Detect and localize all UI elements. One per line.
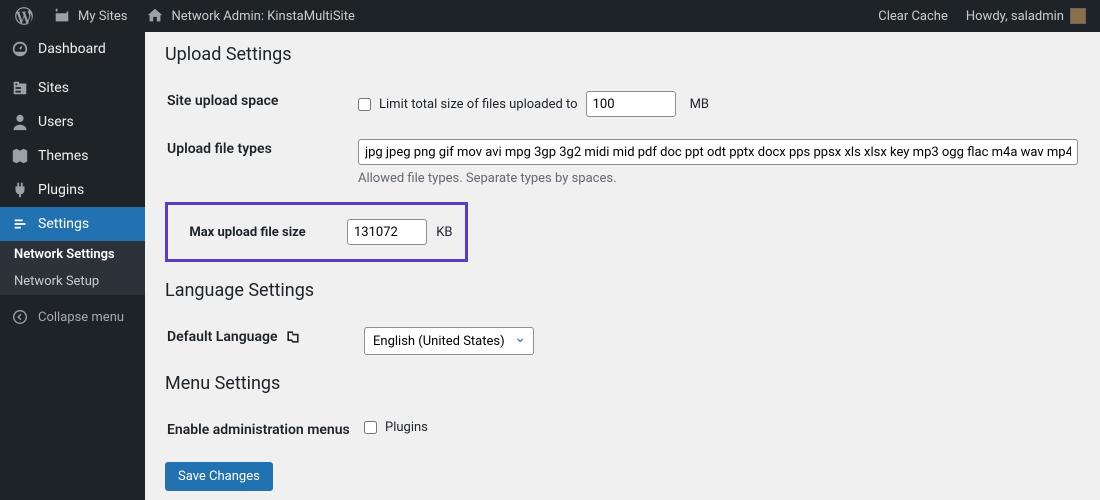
sidebar-item-dashboard[interactable]: Dashboard [0,32,145,66]
site-upload-space-unit: MB [690,97,709,112]
network-admin-link[interactable]: Network Admin: KinstaMultiSite [137,0,362,32]
collapse-icon [10,308,30,326]
themes-icon [10,147,30,165]
enable-admin-menus-plugins-label: Plugins [385,420,428,435]
home-icon [145,7,165,25]
upload-file-types-label: Upload file types [167,129,356,196]
menu-settings-heading: Menu Settings [165,373,1080,394]
users-icon [10,113,30,131]
admin-bar: My Sites Network Admin: KinstaMultiSite … [0,0,1100,32]
sidebar-item-label: Themes [38,148,88,164]
avatar [1070,8,1086,24]
max-upload-label: Max upload file size [180,215,345,249]
sidebar-item-label: Dashboard [38,41,106,57]
max-upload-input[interactable] [347,219,427,245]
settings-submenu: Network Settings Network Setup [0,241,145,295]
sidebar-item-settings[interactable]: Settings [0,207,145,241]
dashboard-icon [10,40,30,58]
my-sites-link[interactable]: My Sites [44,0,135,32]
howdy-label: Howdy, saladmin [966,9,1064,24]
main-content: Upload Settings Site upload space Limit … [145,32,1100,500]
account-link[interactable]: Howdy, saladmin [958,0,1094,32]
site-upload-space-label: Site upload space [167,81,356,127]
clear-cache-label: Clear Cache [878,9,948,24]
site-upload-space-input[interactable] [586,91,676,117]
admin-sidebar: Dashboard Sites Users Themes Plugins Set… [0,32,145,500]
language-settings-heading: Language Settings [165,280,1080,301]
translate-icon [285,329,301,345]
sidebar-item-label: Users [38,114,74,130]
sidebar-item-label: Plugins [38,182,84,198]
enable-admin-menus-label: Enable administration menus [167,410,362,450]
max-upload-unit: KB [436,225,452,240]
upload-settings-heading: Upload Settings [165,44,1080,65]
clear-cache-link[interactable]: Clear Cache [870,0,956,32]
site-upload-space-checkbox[interactable] [358,98,371,111]
sidebar-item-label: Settings [38,216,89,232]
save-button[interactable]: Save Changes [165,462,273,491]
enable-admin-menus-plugins-checkbox[interactable] [364,421,377,434]
submenu-network-setup[interactable]: Network Setup [0,268,145,295]
wordpress-icon [14,7,34,25]
sidebar-item-sites[interactable]: Sites [0,71,145,105]
sidebar-item-label: Sites [38,80,69,96]
sidebar-item-themes[interactable]: Themes [0,139,145,173]
sites-icon [10,79,30,97]
collapse-menu[interactable]: Collapse menu [0,300,145,334]
upload-file-types-desc: Allowed file types. Separate types by sp… [358,171,1078,186]
settings-icon [10,215,30,233]
plugins-icon [10,181,30,199]
sidebar-item-plugins[interactable]: Plugins [0,173,145,207]
sidebar-item-users[interactable]: Users [0,105,145,139]
submenu-network-settings[interactable]: Network Settings [0,241,145,268]
default-language-select[interactable]: English (United States) [364,327,534,355]
sites-icon [52,7,72,25]
wp-logo[interactable] [6,0,42,32]
default-language-label: Default Language [167,317,362,365]
my-sites-label: My Sites [78,9,127,24]
upload-file-types-input[interactable] [358,139,1078,165]
max-upload-highlight: Max upload file size KB [165,202,468,262]
network-admin-label: Network Admin: KinstaMultiSite [171,9,354,24]
collapse-label: Collapse menu [38,310,124,325]
site-upload-space-checkbox-label: Limit total size of files uploaded to [379,97,578,112]
